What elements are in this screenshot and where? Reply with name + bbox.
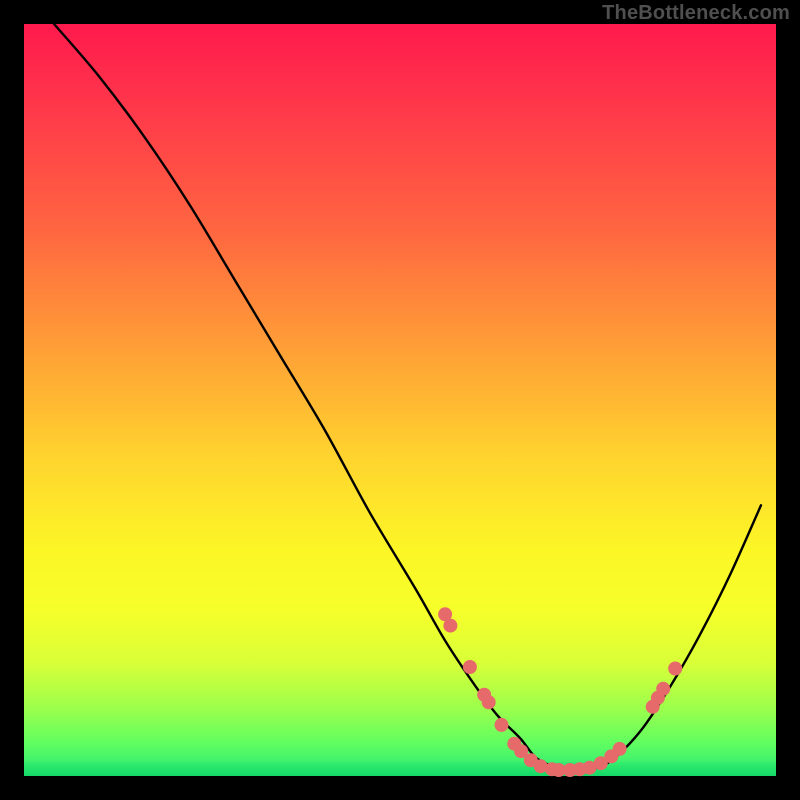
curve-dot: [656, 682, 670, 696]
curve-dot: [495, 718, 509, 732]
curve-dot: [613, 742, 627, 756]
bottleneck-curve: [54, 24, 761, 771]
curve-dots: [438, 607, 682, 777]
chart-svg: [24, 24, 776, 776]
curve-dot: [443, 619, 457, 633]
curve-dot: [482, 695, 496, 709]
curve-dot: [463, 660, 477, 674]
curve-dot: [668, 662, 682, 676]
watermark-text: TheBottleneck.com: [602, 2, 790, 25]
chart-area: [24, 24, 776, 776]
